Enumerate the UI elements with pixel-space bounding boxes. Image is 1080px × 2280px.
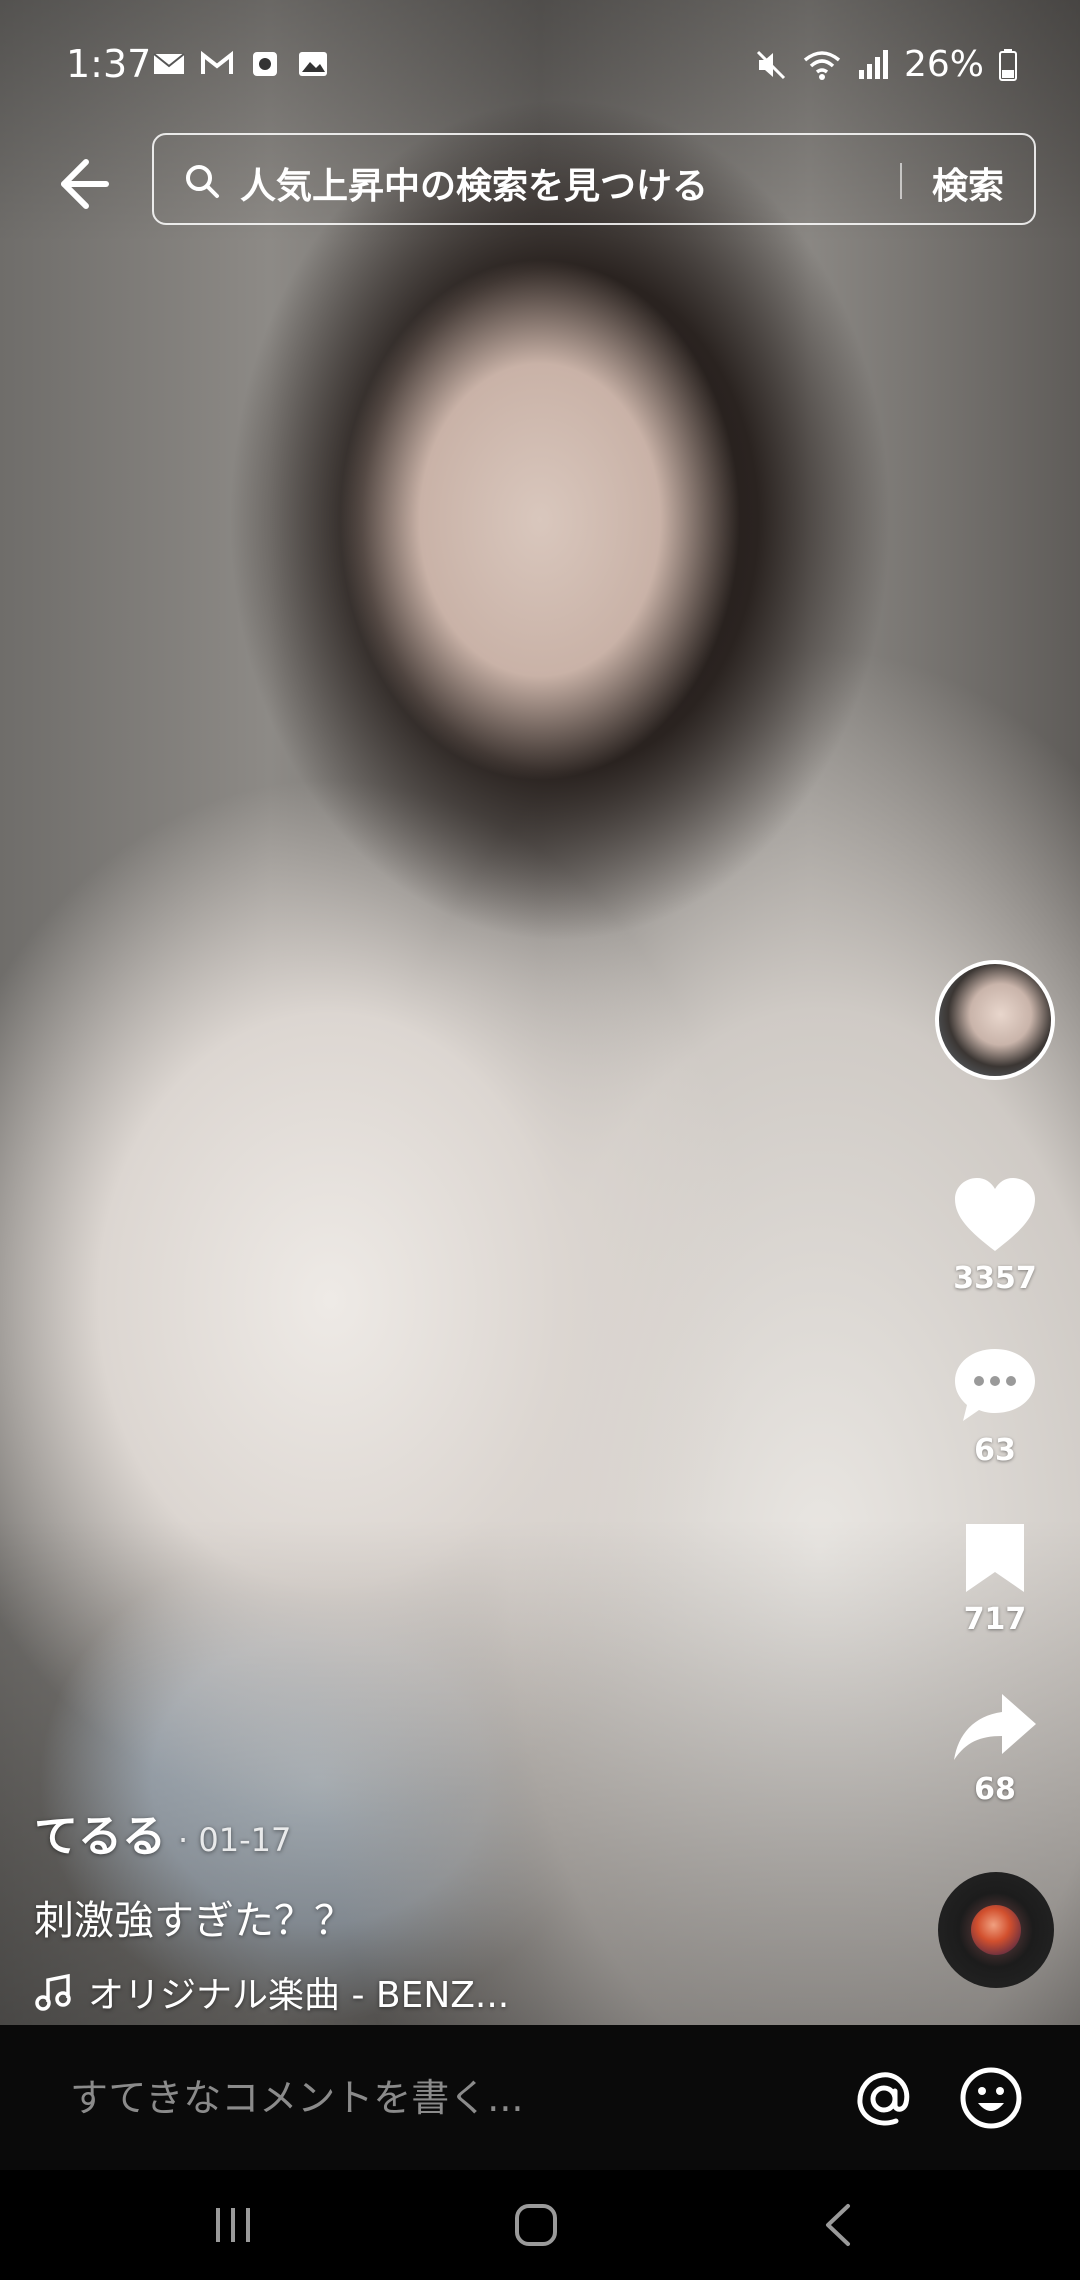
post-date: · 01-17 — [178, 1821, 292, 1859]
search-input[interactable]: 人気上昇中の検索を見つける — [240, 157, 708, 209]
creator-avatar[interactable] — [935, 960, 1055, 1080]
system-nav-bar — [0, 2170, 1080, 2280]
video-description[interactable]: 刺激強すぎた？？ — [34, 1888, 894, 1946]
comment-bar: すてきなコメントを書く... — [0, 2025, 1080, 2170]
wifi-icon — [803, 50, 841, 80]
music-note-icon — [35, 1973, 71, 2011]
home-icon[interactable] — [512, 2202, 560, 2248]
recents-icon[interactable] — [210, 2202, 256, 2248]
search-button[interactable]: 検索 — [932, 157, 1004, 209]
notification-icons — [152, 50, 330, 78]
like-count: 3357 — [953, 1261, 1037, 1296]
share-count: 68 — [974, 1772, 1016, 1807]
bookmark-button[interactable]: 717 — [930, 1520, 1060, 1637]
music-disc[interactable] — [938, 1872, 1054, 1988]
gmail-icon — [201, 50, 233, 74]
comment-count: 63 — [974, 1433, 1016, 1468]
search-icon — [186, 165, 219, 198]
author-row: てるる · 01-17 — [34, 1800, 894, 1864]
status-bar: 1:37 26% — [0, 0, 1080, 130]
comment-icon — [955, 1349, 1035, 1421]
back-arrow-icon[interactable] — [46, 148, 118, 220]
battery-percent: 26% — [903, 44, 984, 85]
tiktok-video-screen: 1:37 26% 人気上昇中の検索を見つける 検索 3357 63 717 68… — [0, 0, 1080, 2280]
battery-icon — [999, 48, 1017, 81]
video-overlay-gradient — [0, 0, 1080, 2025]
mention-icon[interactable] — [852, 2067, 916, 2131]
like-button[interactable]: 3357 — [930, 1175, 1060, 1296]
bookmark-count: 717 — [963, 1602, 1027, 1637]
bookmark-icon — [966, 1524, 1024, 1592]
signal-icon — [858, 49, 888, 79]
screen-record-icon — [253, 52, 277, 76]
share-button[interactable]: 68 — [930, 1690, 1060, 1807]
author-name[interactable]: てるる — [34, 1800, 166, 1864]
music-disc-cover — [971, 1905, 1021, 1955]
search-divider — [900, 163, 902, 199]
music-title: オリジナル楽曲 - BENZ... — [88, 1975, 510, 2016]
share-icon — [954, 1694, 1036, 1760]
comment-button[interactable]: 63 — [930, 1345, 1060, 1468]
comment-input[interactable]: すてきなコメントを書く... — [70, 2067, 523, 2122]
status-time: 1:37 — [66, 42, 152, 86]
heart-icon — [955, 1178, 1035, 1251]
music-info[interactable]: オリジナル楽曲 - BENZ... — [34, 1966, 894, 2018]
emoji-icon[interactable] — [958, 2065, 1024, 2131]
video-caption: てるる · 01-17 刺激強すぎた？？ オリジナル楽曲 - BENZ... — [34, 1800, 894, 2018]
mute-icon — [756, 50, 786, 79]
mail-icon — [153, 53, 185, 74]
back-nav-icon[interactable] — [818, 2200, 858, 2250]
search-bar[interactable]: 人気上昇中の検索を見つける 検索 — [152, 133, 1036, 225]
system-icons: 26% — [754, 44, 1018, 85]
gallery-icon — [299, 52, 327, 76]
